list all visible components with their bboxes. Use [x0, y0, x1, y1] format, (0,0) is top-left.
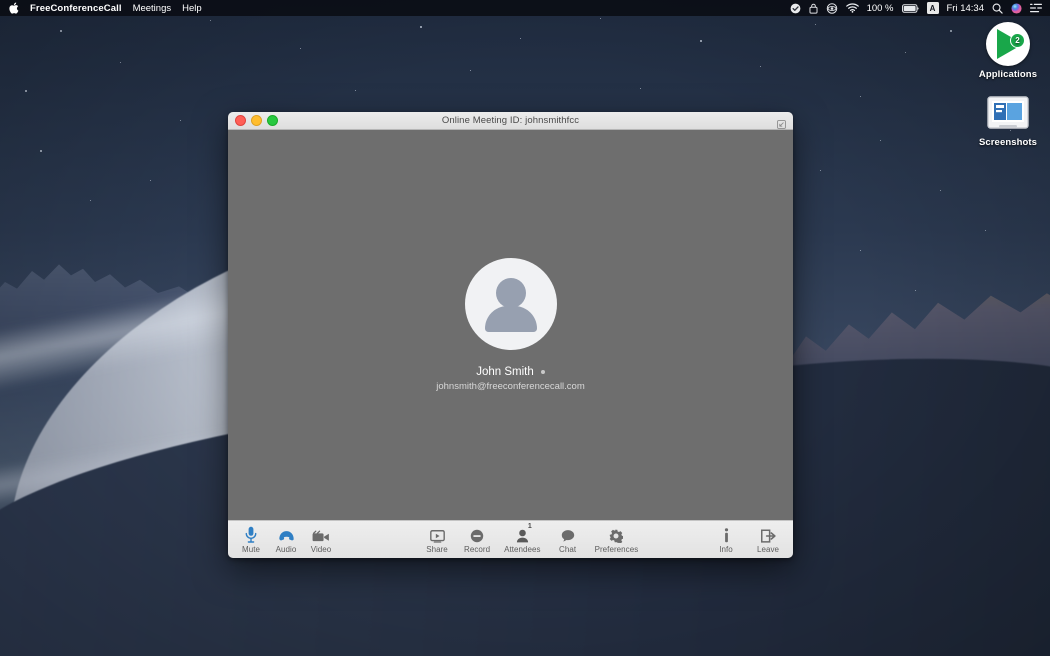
desktop-icon-label-screenshots: Screenshots	[970, 137, 1046, 148]
toolbar-group-left: Mute Audio Video	[228, 526, 334, 554]
desktop-icon-screenshots[interactable]: Screenshots	[970, 92, 1046, 148]
chat-button[interactable]: Chat	[555, 526, 581, 554]
control-center-icon[interactable]	[1030, 3, 1042, 13]
meeting-toolbar: Mute Audio Video	[228, 520, 793, 558]
audio-button[interactable]: Audio	[273, 526, 299, 554]
battery-icon[interactable]	[902, 4, 919, 13]
chat-label: Chat	[559, 545, 576, 554]
video-button[interactable]: Video	[308, 526, 334, 554]
audio-label: Audio	[276, 545, 297, 554]
menu-app-name[interactable]: FreeConferenceCall	[30, 3, 122, 14]
vpn-eye-icon[interactable]	[826, 3, 838, 14]
battery-percent-label: 100 %	[867, 3, 894, 14]
participant-name: John Smith	[476, 366, 534, 378]
applications-badge: 2	[1010, 33, 1025, 48]
share-button[interactable]: Share	[424, 526, 450, 554]
attendees-label: Attendees	[504, 545, 540, 554]
exit-arrow-icon	[761, 526, 776, 543]
menu-bar: FreeConferenceCall Meetings Help 100 % A…	[0, 0, 1050, 16]
participant-name-row: John Smith	[476, 366, 545, 378]
preferences-button[interactable]: Preferences	[595, 526, 639, 554]
leave-button[interactable]: Leave	[755, 526, 781, 554]
attendees-count-badge: 1	[528, 523, 532, 530]
meeting-stage: John Smith johnsmith@freeconferencecall.…	[228, 130, 793, 520]
video-label: Video	[311, 545, 332, 554]
record-label: Record	[464, 545, 490, 554]
phone-handset-icon	[278, 526, 295, 543]
person-icon: 1	[516, 526, 529, 543]
toolbar-group-center: Share Record 1 Attendees	[424, 526, 638, 554]
info-label: Info	[719, 545, 733, 554]
expand-window-icon[interactable]	[777, 116, 786, 125]
mute-button[interactable]: Mute	[238, 526, 264, 554]
apple-logo-icon[interactable]	[9, 3, 19, 14]
desktop-icon-label-applications: Applications	[970, 69, 1046, 80]
avatar	[465, 258, 557, 350]
share-label: Share	[426, 545, 448, 554]
menu-clock[interactable]: Fri 14:34	[947, 3, 985, 14]
screenshots-folder-icon	[985, 94, 1031, 134]
checkmark-badge-icon[interactable]	[790, 3, 801, 14]
desktop: FreeConferenceCall Meetings Help 100 % A…	[0, 0, 1050, 656]
mute-label: Mute	[242, 545, 260, 554]
microphone-icon	[245, 526, 257, 543]
attendees-button[interactable]: 1 Attendees	[504, 526, 540, 554]
video-camera-icon	[312, 526, 330, 543]
lock-icon[interactable]	[809, 3, 818, 14]
toolbar-group-right: Info Leave	[713, 526, 793, 554]
record-circle-icon	[470, 526, 484, 543]
chat-bubble-icon	[561, 526, 575, 543]
wifi-icon[interactable]	[846, 3, 859, 13]
gear-icon	[609, 526, 623, 543]
siri-icon[interactable]	[1011, 3, 1022, 14]
avatar-body-shape	[485, 306, 537, 332]
input-source-indicator[interactable]: A	[927, 2, 939, 14]
participant-email: johnsmith@freeconferencecall.com	[436, 381, 585, 392]
leave-label: Leave	[757, 545, 779, 554]
info-icon	[723, 526, 730, 543]
window-titlebar[interactable]: Online Meeting ID: johnsmithfcc	[228, 112, 793, 130]
screen-share-icon	[430, 526, 445, 543]
window-title: Online Meeting ID: johnsmithfcc	[228, 115, 793, 126]
desktop-icon-applications[interactable]: 2 Applications	[970, 22, 1046, 80]
meeting-window: Online Meeting ID: johnsmithfcc John Smi…	[228, 112, 793, 558]
record-button[interactable]: Record	[464, 526, 490, 554]
menu-item-help[interactable]: Help	[182, 3, 202, 14]
preferences-label: Preferences	[595, 545, 639, 554]
search-icon[interactable]	[992, 3, 1003, 14]
info-button[interactable]: Info	[713, 526, 739, 554]
avatar-head-shape	[496, 278, 526, 308]
menu-item-meetings[interactable]: Meetings	[133, 3, 172, 14]
presence-dot-icon	[541, 370, 545, 374]
applications-app-icon: 2	[986, 22, 1030, 66]
